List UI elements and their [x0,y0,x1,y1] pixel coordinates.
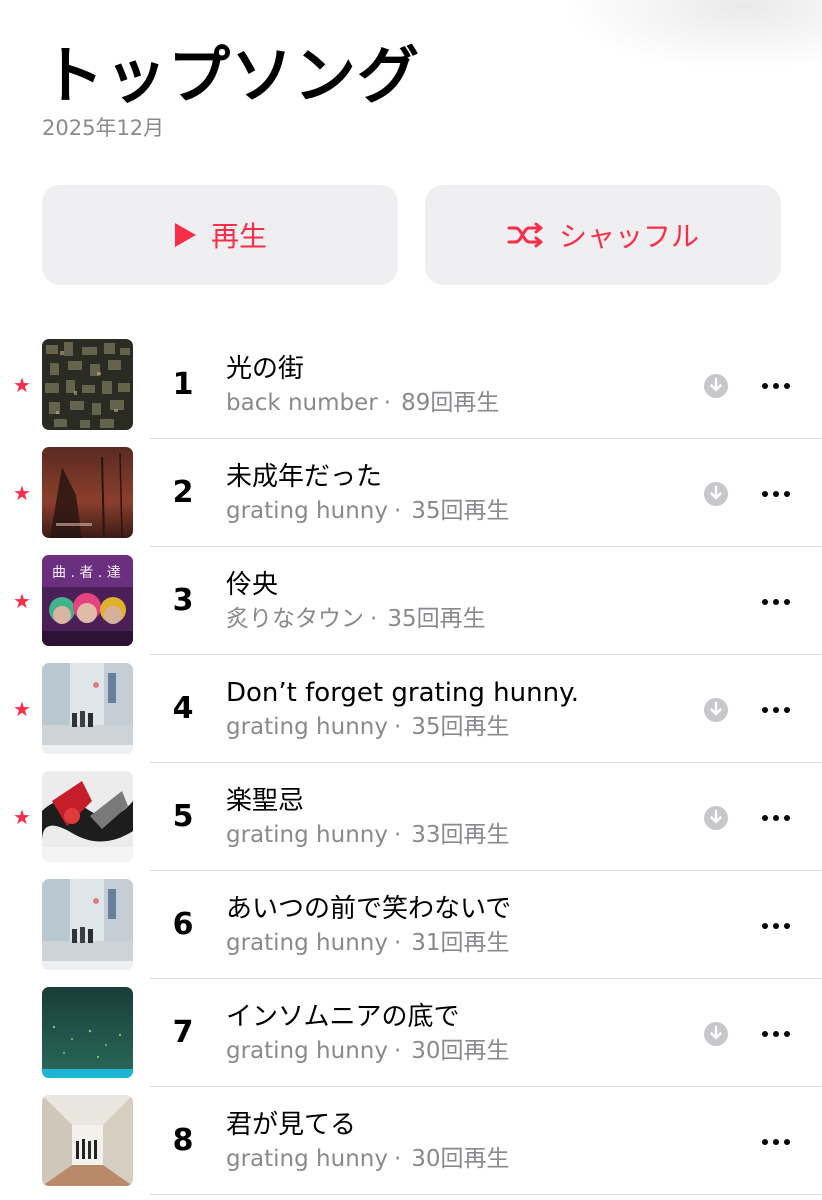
play-count: 31回再生 [411,930,510,956]
song-meta: grating hunny · 35回再生 [226,712,510,742]
background-blur [562,0,822,70]
album-artwork [42,663,133,754]
play-button[interactable]: 再生 [42,185,398,285]
song-row[interactable]: 6 あいつの前で笑わないで grating hunny · 31回再生 [0,871,822,979]
song-row[interactable]: ★ 4 Don’t forget grating hunny. grating … [0,655,822,763]
download-icon [703,805,729,831]
song-title: 楽聖忌 [226,786,305,816]
more-icon[interactable] [759,912,793,940]
song-row[interactable]: 8 君が見てる grating hunny · 30回再生 [0,1087,822,1195]
more-icon[interactable] [759,588,793,616]
more-icon[interactable] [759,1128,793,1156]
shuffle-button[interactable]: シャッフル [425,185,781,285]
song-title: インソムニアの底で [226,1002,460,1032]
more-icon[interactable] [759,804,793,832]
star-icon: ★ [13,481,31,505]
separator-dot: · [393,930,402,956]
song-list: ★ 1 光の街 back number · 89回再生 ★ 2 未成年だった gra… [0,331,822,1195]
play-icon [173,222,197,248]
song-artist: grating hunny [226,822,388,848]
song-row[interactable]: ★ 曲 . 者 . 達 3 伶央 炙りなタウン · 35回再生 [0,547,822,655]
separator-dot: · [370,606,378,632]
song-artist: grating hunny [226,498,388,524]
song-rank: 4 [172,691,194,726]
album-artwork: 曲 . 者 . 達 [42,555,133,646]
play-count: 35回再生 [387,606,486,632]
song-title: 未成年だった [226,462,383,492]
song-row[interactable]: ★ 2 未成年だった grating hunny · 35回再生 [0,439,822,547]
song-meta: grating hunny · 30回再生 [226,1144,510,1174]
separator-dot: · [393,1146,402,1172]
page-title: トップソング [42,39,421,112]
album-artwork [42,771,133,862]
song-meta: 炙りなタウン · 35回再生 [226,604,486,634]
star-icon: ★ [13,373,31,397]
song-meta: grating hunny · 31回再生 [226,928,510,958]
star-icon: ★ [13,697,31,721]
shuffle-button-label: シャッフル [558,220,699,253]
song-rank: 3 [172,583,194,618]
play-count: 30回再生 [411,1038,510,1064]
song-rank: 1 [172,367,194,402]
more-icon[interactable] [759,480,793,508]
song-artist: 炙りなタウン [226,606,364,632]
song-rank: 6 [172,907,194,942]
svg-text:曲 . 者 . 達: 曲 . 者 . 達 [52,565,121,581]
song-title: 君が見てる [226,1110,357,1140]
more-icon[interactable] [759,372,793,400]
play-count: 33回再生 [411,822,510,848]
separator-dot: · [383,390,392,416]
song-rank: 5 [172,799,194,834]
song-title: あいつの前で笑わないで [226,894,512,924]
song-artist: grating hunny [226,930,388,956]
play-count: 35回再生 [411,714,510,740]
play-button-label: 再生 [210,220,267,253]
song-artist: grating hunny [226,714,388,740]
shuffle-icon [507,222,545,248]
more-icon[interactable] [759,696,793,724]
album-artwork [42,1095,133,1186]
separator-dot: · [393,822,402,848]
song-row[interactable]: ★ 5 楽聖忌 grating hunny · 33回再生 [0,763,822,871]
song-row[interactable]: 7 インソムニアの底で grating hunny · 30回再生 [0,979,822,1087]
album-artwork [42,339,133,430]
separator-dot: · [393,498,402,524]
play-count: 35回再生 [411,498,510,524]
song-rank: 7 [172,1015,194,1050]
play-count: 30回再生 [411,1146,510,1172]
song-title: Don’t forget grating hunny. [226,678,580,708]
song-title: 光の街 [226,354,305,384]
song-artist: grating hunny [226,1038,388,1064]
song-artist: grating hunny [226,1146,388,1172]
song-title: 伶央 [226,570,279,600]
download-icon [703,373,729,399]
play-count: 89回再生 [401,390,500,416]
song-meta: grating hunny · 35回再生 [226,496,510,526]
album-artwork [42,987,133,1078]
more-icon[interactable] [759,1020,793,1048]
download-icon [703,1021,729,1047]
star-icon: ★ [13,589,31,613]
song-meta: grating hunny · 30回再生 [226,1036,510,1066]
download-icon [703,481,729,507]
separator-dot: · [393,1038,402,1064]
song-row[interactable]: ★ 1 光の街 back number · 89回再生 [0,331,822,439]
song-rank: 8 [172,1123,194,1158]
album-artwork [42,879,133,970]
song-artist: back number [226,390,378,416]
album-artwork [42,447,133,538]
separator-dot: · [393,714,402,740]
page-subtitle: 2025年12月 [42,116,165,140]
song-meta: grating hunny · 33回再生 [226,820,510,850]
song-rank: 2 [172,475,194,510]
star-icon: ★ [13,805,31,829]
song-meta: back number · 89回再生 [226,388,499,418]
download-icon [703,697,729,723]
